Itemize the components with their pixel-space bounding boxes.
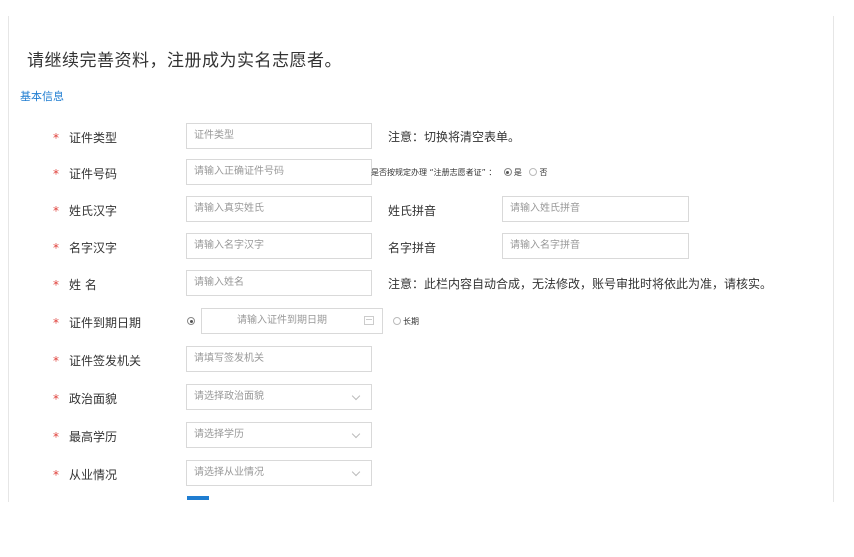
id-number-label: * 证件号码 [53,167,118,181]
surname-input[interactable]: 请输入真实姓氏 [186,196,372,222]
row-id-number: * 证件号码 请输入正确证件号码 是否按规定办理 “注册志愿者证” ： 是 否 [9,159,833,187]
full-name-label: * 姓 名 [53,278,97,292]
radio-yes[interactable] [503,168,512,176]
volunteer-cert-question: 是否按规定办理 “注册志愿者证” ： 是 否 [371,167,547,178]
radio-no[interactable] [529,168,538,176]
authority-input[interactable]: 请填写签发机关 [186,346,372,372]
long-term-radio[interactable] [393,317,401,325]
full-name-note: 注意：此栏内容自动合成，无法修改，账号审批时将依此为准，请核实。 [388,277,773,291]
required-mark: * [53,392,59,406]
id-type-note: 注意：切换将清空表单。 [388,130,521,144]
row-full-name: * 姓 名 请输入姓名 注意：此栏内容自动合成，无法修改，账号审批时将依此为准，请… [9,270,833,298]
required-mark: * [53,131,59,145]
row-authority: * 证件签发机关 请填写签发机关 [9,346,833,374]
surname-label: * 姓氏汉字 [53,204,118,218]
expiry-date-placeholder: 请输入证件到期日期 [237,315,327,326]
row-given-name: * 名字汉字 请输入名字汉字 名字拼音 请输入名字拼音 [9,233,833,261]
row-id-type: * 证件类型 证件类型 注意：切换将清空表单。 [9,123,833,151]
given-name-input[interactable]: 请输入名字汉字 [186,233,372,259]
form-panel: 请继续完善资料，注册成为实名志愿者。 基本信息 * 证件类型 证件类型 注意：切换… [8,16,834,502]
row-political: * 政治面貌 请选择政治面貌 [9,384,833,412]
given-name-pinyin-label: 名字拼音 [388,241,437,255]
political-label: * 政治面貌 [53,392,118,406]
surname-pinyin-label: 姓氏拼音 [388,204,437,218]
employment-label: * 从业情况 [53,468,118,482]
radio-no-label: 否 [539,168,548,177]
calendar-icon[interactable] [364,316,374,325]
required-mark: * [53,468,59,482]
volunteer-cert-question-text: 是否按规定办理 “注册志愿者证” ： [371,168,497,177]
given-name-pinyin-input[interactable]: 请输入名字拼音 [502,233,689,259]
required-mark: * [53,316,59,330]
id-type-select[interactable]: 证件类型 [186,123,372,149]
required-mark: * [53,167,59,181]
education-select[interactable]: 请选择学历 [186,422,372,448]
radio-yes-label: 是 [513,168,522,177]
surname-pinyin-input[interactable]: 请输入姓氏拼音 [502,196,689,222]
expiry-date-input[interactable]: 请输入证件到期日期 [201,308,383,334]
expiry-label: * 证件到期日期 [53,316,142,330]
employment-select[interactable]: 请选择从业情况 [186,460,372,486]
row-education: * 最高学历 请选择学历 [9,422,833,450]
full-name-input[interactable]: 请输入姓名 [186,270,372,296]
row-employment: * 从业情况 请选择从业情况 [9,460,833,488]
long-term-label: 长期 [403,317,419,326]
id-type-label: * 证件类型 [53,131,118,145]
required-mark: * [53,241,59,255]
row-surname: * 姓氏汉字 请输入真实姓氏 姓氏拼音 请输入姓氏拼音 [9,196,833,224]
section-basic-info[interactable]: 基本信息 [20,88,64,104]
political-select[interactable]: 请选择政治面貌 [186,384,372,410]
education-label: * 最高学历 [53,430,118,444]
row-expiry: * 证件到期日期 请输入证件到期日期 长期 [9,308,833,336]
required-mark: * [53,430,59,444]
page-title: 请继续完善资料，注册成为实名志愿者。 [27,51,342,71]
given-name-label: * 名字汉字 [53,241,118,255]
long-term-option: 长期 [393,316,419,327]
required-mark: * [53,278,59,292]
id-number-input[interactable]: 请输入正确证件号码 [186,159,372,185]
expiry-date-radio[interactable] [187,317,195,325]
authority-label: * 证件签发机关 [53,354,142,368]
submit-button-edge[interactable] [187,496,209,500]
required-mark: * [53,354,59,368]
required-mark: * [53,204,59,218]
